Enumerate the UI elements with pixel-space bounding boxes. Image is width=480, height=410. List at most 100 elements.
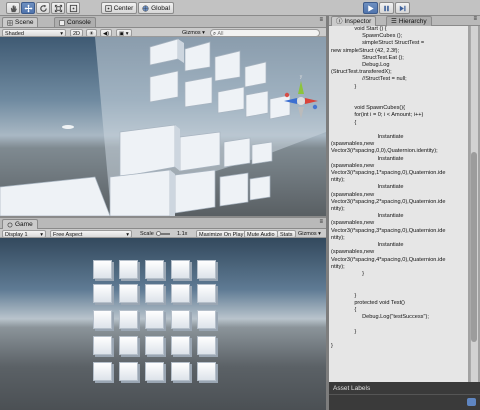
mute-audio-label: Mute Audio	[247, 231, 275, 238]
inspector-menu-icon[interactable]: ≡	[473, 16, 477, 22]
game-cube	[197, 336, 216, 355]
rotate-tool-button[interactable]	[36, 2, 50, 14]
game-cube	[119, 284, 138, 303]
search-icon: ⌕	[213, 30, 217, 37]
stats-label: Stats	[280, 231, 293, 238]
game-cube	[171, 260, 190, 279]
game-cube	[197, 310, 216, 329]
asset-labels-divider	[329, 394, 480, 395]
move-tool-button[interactable]	[21, 2, 35, 14]
tab-hierarchy-label: Hierarchy	[398, 17, 427, 25]
space-mode-button[interactable]: Global	[138, 2, 174, 14]
game-cube	[171, 362, 190, 381]
pause-button[interactable]	[379, 2, 394, 14]
game-view-viewport[interactable]	[0, 238, 326, 410]
game-cube	[93, 336, 112, 355]
tab-scene[interactable]: Scene	[2, 17, 39, 27]
asset-labels-panel: Asset Labels	[329, 382, 480, 410]
move-arrows-icon	[23, 3, 33, 13]
scale-value: 1.1x	[177, 230, 188, 237]
aspect-value: Free Aspect	[53, 231, 83, 238]
game-cube	[93, 310, 112, 329]
console-icon	[59, 19, 65, 26]
scene-control-bar: Shaded ▾ 2D ☀ ◀) ▣ ▾ Gizmos ▾ ⌕ All	[0, 28, 326, 37]
panel-menu-icon[interactable]: ≡	[319, 17, 323, 23]
display-dropdown[interactable]: Display 1 ▾	[2, 229, 46, 238]
game-cube	[145, 336, 164, 355]
maximize-on-play-label: Maximize On Play	[199, 231, 244, 238]
inspector-tab-bar: ⓘ Inspector ☰ Hierarchy ≡	[329, 16, 480, 26]
pivot-mode-button[interactable]: Center	[101, 2, 137, 14]
script-preview: void Start () { SpawnCubes (); simpleStr…	[329, 26, 468, 382]
scale-icon	[54, 4, 62, 12]
step-button[interactable]	[395, 2, 410, 14]
globe-icon	[142, 4, 149, 12]
game-cube	[171, 310, 190, 329]
rect-transform-icon	[69, 4, 77, 12]
scale-tool-button[interactable]	[51, 2, 65, 14]
scene-search-input[interactable]: ⌕ All	[210, 28, 320, 37]
tab-game-label: Game	[15, 220, 33, 228]
game-cube	[93, 284, 112, 303]
display-value: Display 1	[5, 231, 28, 238]
game-panel-menu-icon[interactable]: ≡	[319, 219, 323, 225]
effects-dropdown[interactable]: ▣ ▾	[116, 28, 132, 37]
game-cube	[145, 362, 164, 381]
lightbulb-icon: ☀	[89, 30, 94, 37]
label-tag-icon[interactable]	[467, 398, 476, 406]
scene-grid-icon	[7, 19, 13, 26]
hand-tool-button[interactable]	[6, 2, 20, 14]
main-toolbar: Center Global	[0, 0, 480, 16]
rect-tool-button[interactable]	[66, 2, 80, 14]
game-gizmos-dropdown[interactable]: Gizmos ▾	[296, 230, 323, 238]
gizmos-label: Gizmos	[182, 29, 201, 36]
tab-console-label: Console	[67, 18, 91, 26]
hand-icon	[10, 4, 17, 12]
info-icon: ⓘ	[336, 17, 343, 25]
play-button[interactable]	[363, 2, 378, 14]
game-cube	[145, 260, 164, 279]
game-tab-bar: Game ≡	[0, 218, 326, 229]
pause-icon	[384, 5, 389, 11]
game-controller-icon	[7, 222, 13, 227]
tab-console[interactable]: Console	[54, 17, 96, 27]
game-cube	[197, 260, 216, 279]
game-cube	[93, 362, 112, 381]
2d-toggle[interactable]: 2D	[70, 28, 84, 37]
maximize-on-play-toggle[interactable]: Maximize On Play	[196, 229, 247, 238]
stats-toggle[interactable]: Stats	[277, 229, 296, 238]
game-cube	[171, 284, 190, 303]
script-source-text: void Start () { SpawnCubes (); simpleStr…	[331, 26, 446, 349]
scene-search-placeholder: All	[217, 30, 224, 37]
2d-toggle-label: 2D	[73, 30, 81, 37]
aspect-dropdown[interactable]: Free Aspect ▾	[50, 229, 132, 238]
game-cube	[145, 310, 164, 329]
game-cube	[171, 336, 190, 355]
scale-label: Scale	[140, 230, 154, 237]
game-cube	[197, 362, 216, 381]
lighting-toggle[interactable]: ☀	[86, 28, 97, 37]
tab-hierarchy[interactable]: ☰ Hierarchy	[386, 16, 432, 26]
tab-scene-label: Scene	[15, 18, 34, 26]
game-cube	[93, 260, 112, 279]
asset-labels-title: Asset Labels	[333, 385, 371, 392]
game-gizmos-label: Gizmos	[298, 230, 317, 237]
mute-audio-toggle[interactable]: Mute Audio	[244, 229, 278, 238]
gizmos-dropdown[interactable]: Gizmos ▾	[180, 29, 207, 37]
tab-inspector-label: Inspector	[344, 17, 372, 25]
game-cube	[197, 284, 216, 303]
tab-game[interactable]: Game	[2, 219, 38, 229]
game-control-bar: Display 1 ▾ Free Aspect ▾ Scale 1.1x Maxim…	[0, 229, 326, 238]
scene-view-viewport[interactable]: y	[0, 37, 326, 216]
game-cube	[119, 362, 138, 381]
shading-mode-dropdown[interactable]: Shaded ▾	[2, 28, 66, 37]
tab-inspector[interactable]: ⓘ Inspector	[331, 16, 377, 26]
inspector-scrollbar-thumb[interactable]	[471, 152, 477, 342]
pivot-mode-label: Center	[113, 4, 134, 12]
pivot-center-icon	[105, 4, 112, 12]
audio-toggle[interactable]: ◀)	[100, 28, 113, 37]
step-icon	[399, 5, 406, 11]
scale-slider-thumb[interactable]	[156, 231, 161, 236]
game-cube	[145, 284, 164, 303]
hierarchy-list-icon: ☰	[391, 17, 397, 25]
